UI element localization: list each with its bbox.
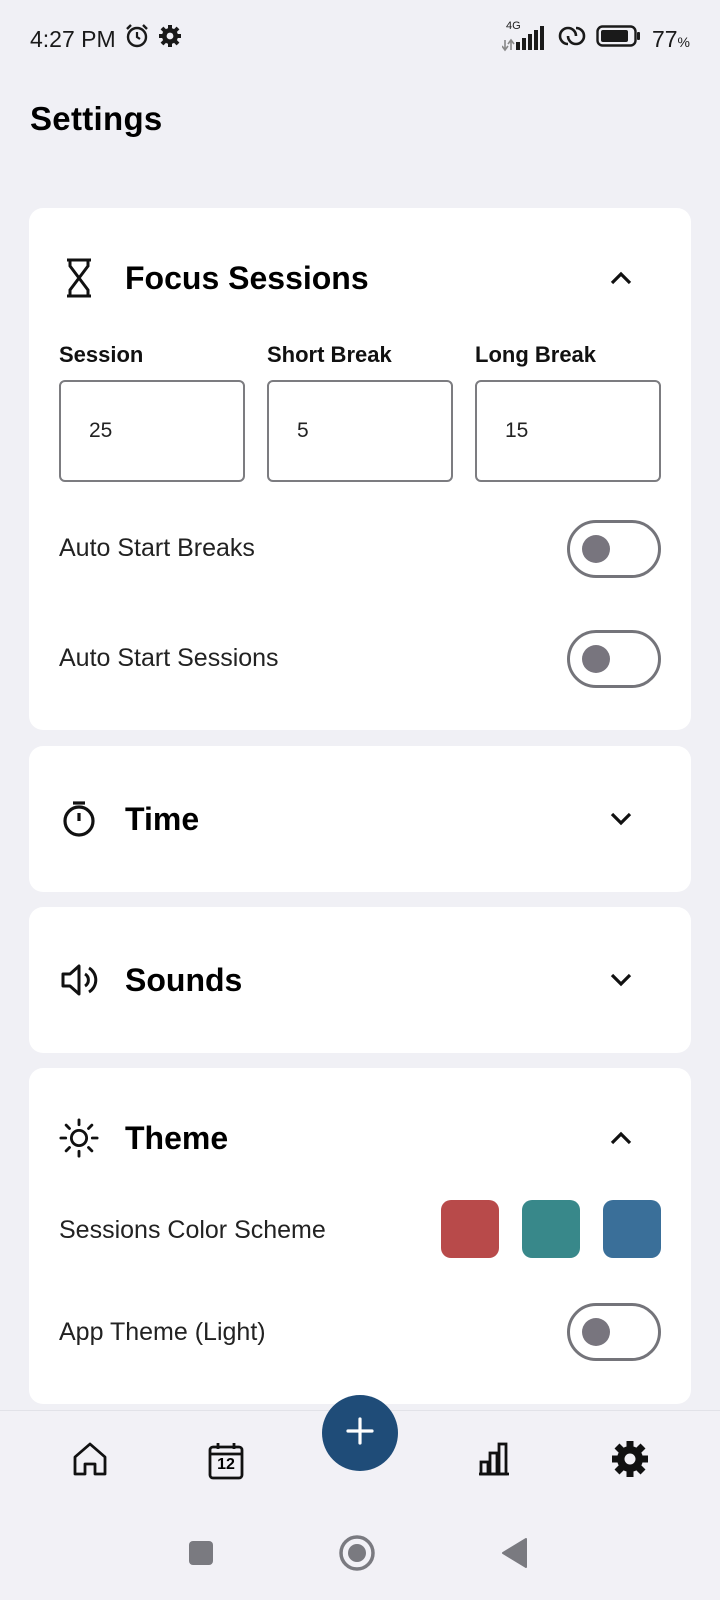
auto-start-sessions-label: Auto Start Sessions — [59, 644, 279, 672]
time-card[interactable]: Time — [29, 746, 691, 892]
back-button[interactable] — [490, 1530, 540, 1580]
settings-icon — [610, 1439, 650, 1484]
system-nav — [0, 1510, 720, 1600]
square-icon — [187, 1539, 215, 1572]
theme-header[interactable]: Theme — [29, 1068, 691, 1208]
swatch-red[interactable] — [441, 1200, 499, 1258]
auto-start-breaks-toggle[interactable] — [567, 520, 661, 578]
chevron-down-icon[interactable] — [607, 966, 635, 994]
theme-title: Theme — [125, 1119, 229, 1156]
swatch-blue[interactable] — [603, 1200, 661, 1258]
home-icon — [71, 1440, 109, 1483]
home-button[interactable] — [332, 1530, 382, 1580]
long-break-label: Long Break — [475, 342, 597, 367]
auto-start-sessions-toggle[interactable] — [567, 630, 661, 688]
app-theme-label: App Theme (Light) — [59, 1318, 266, 1346]
swatch-teal[interactable] — [522, 1200, 580, 1258]
status-right: 4G 77% — [501, 20, 690, 54]
nav-home[interactable] — [62, 1433, 118, 1489]
toggle-knob — [582, 535, 610, 563]
chevron-up-icon[interactable] — [607, 264, 635, 292]
session-input[interactable]: 25 — [59, 380, 245, 482]
focus-sessions-title: Focus Sessions — [125, 259, 369, 296]
nav-stats[interactable] — [466, 1433, 522, 1489]
stopwatch-icon — [59, 799, 99, 839]
speaker-icon — [59, 960, 99, 1000]
triangle-back-icon — [500, 1536, 530, 1575]
battery-unit: % — [677, 33, 690, 50]
nav-calendar[interactable]: 12 — [198, 1433, 254, 1489]
session-label: Session — [59, 342, 144, 367]
focus-sessions-header[interactable]: Focus Sessions — [29, 208, 691, 348]
sun-icon — [59, 1118, 99, 1158]
sounds-header[interactable]: Sounds — [29, 907, 691, 1053]
hotspot-icon — [558, 24, 586, 54]
alarm-icon — [124, 23, 150, 55]
toggle-knob — [582, 1318, 610, 1346]
add-button[interactable] — [322, 1395, 398, 1471]
app-theme-toggle[interactable] — [567, 1303, 661, 1361]
battery-percent: 77% — [652, 26, 690, 53]
focus-sessions-card: Focus Sessions Session Short Break Long … — [29, 208, 691, 730]
chevron-up-icon[interactable] — [607, 1124, 635, 1152]
sounds-card[interactable]: Sounds — [29, 907, 691, 1053]
status-time: 4:27 PM — [30, 25, 116, 52]
battery-value: 77 — [651, 25, 678, 52]
color-scheme-label: Sessions Color Scheme — [59, 1216, 326, 1244]
nav-settings[interactable] — [602, 1433, 658, 1489]
status-bar: 4:27 PM 4G 77% — [0, 0, 720, 78]
recents-button[interactable] — [176, 1530, 226, 1580]
page-title: Settings — [30, 100, 163, 137]
bottom-nav: 12 — [0, 1395, 720, 1510]
status-left: 4:27 PM — [30, 23, 182, 55]
long-break-input[interactable]: 15 — [475, 380, 661, 482]
add-icon — [345, 1416, 375, 1451]
signal-icon: 4G — [501, 20, 548, 52]
theme-card: Theme Sessions Color Scheme App Theme (L… — [29, 1068, 691, 1404]
auto-start-breaks-label: Auto Start Breaks — [59, 534, 255, 562]
circle-icon — [337, 1533, 377, 1578]
time-title: Time — [125, 800, 200, 837]
battery-icon — [596, 24, 642, 54]
short-break-label: Short Break — [267, 342, 392, 367]
calendar-icon: 12 — [207, 1441, 245, 1481]
chart-icon — [475, 1440, 513, 1483]
time-header[interactable]: Time — [29, 746, 691, 892]
chevron-down-icon[interactable] — [607, 805, 635, 833]
hourglass-icon — [59, 258, 99, 298]
short-break-input[interactable]: 5 — [267, 380, 453, 482]
gear-icon — [158, 24, 182, 54]
sounds-title: Sounds — [125, 961, 243, 998]
calendar-day: 12 — [217, 1456, 235, 1473]
toggle-knob — [582, 645, 610, 673]
